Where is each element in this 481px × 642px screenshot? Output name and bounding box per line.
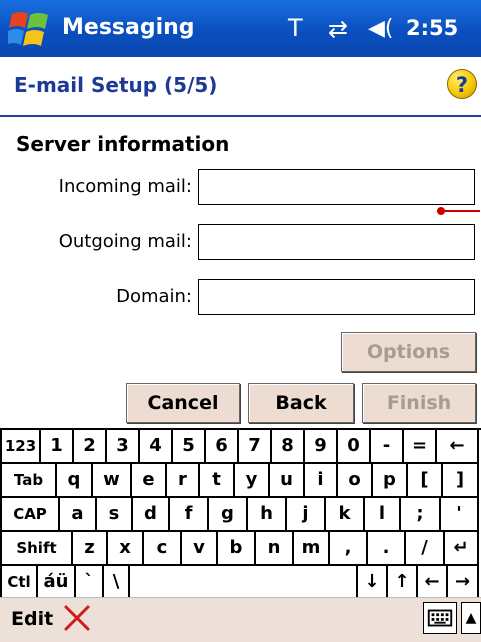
key-2-11[interactable]: ' [441,498,479,532]
soft-keyboard: 123 1 2 3 4 5 6 7 8 9 0- = ← Tab q w e r t y u i o p[] CAP a s d f g h… [0,428,481,600]
ctrl-key[interactable]: Ctl [2,566,38,600]
key-0-6[interactable]: 6 [206,430,239,464]
section-title: Server information [16,132,230,156]
key-1-12[interactable]: ] [443,464,479,498]
back-button[interactable]: Back [248,383,354,423]
key-1-7[interactable]: u [270,464,305,498]
accent-key[interactable]: áü [38,566,76,600]
domain-label: Domain: [116,286,192,307]
key-2-1[interactable]: a [60,498,97,532]
key-3-3[interactable]: c [144,532,182,566]
outgoing-mail-input[interactable] [198,224,475,260]
shift-key[interactable]: Shift [2,532,73,566]
key-3-1[interactable]: z [73,532,108,566]
key-3-7[interactable]: m [294,532,330,566]
key-1-2[interactable]: w [93,464,132,498]
key-4-2[interactable]: ` [76,566,104,600]
cursor-line [440,210,480,212]
key-1-8[interactable]: i [305,464,338,498]
input-panel-arrow-icon[interactable]: ▲ [461,602,481,634]
key-0-12[interactable]: = [404,430,437,464]
key-1-1[interactable]: q [57,464,93,498]
page-title: E-mail Setup (5/5) [14,73,218,97]
enter-key[interactable]: ↵ [445,532,479,566]
key-1-4[interactable]: r [167,464,200,498]
cursor-dot [437,207,445,215]
key-3-6[interactable]: n [256,532,294,566]
key-1-10[interactable]: p [373,464,408,498]
down-arrow-key[interactable]: ↓ [358,566,388,600]
key-2-10[interactable]: ; [401,498,441,532]
key-3-4[interactable]: v [182,532,218,566]
key-1-11[interactable]: [ [408,464,443,498]
key-3-9[interactable]: . [368,532,406,566]
key-0-2[interactable]: 2 [74,430,107,464]
right-arrow-key[interactable]: → [448,566,479,600]
caps-lock-key[interactable]: CAP [2,498,60,532]
app-title: Messaging [62,15,195,40]
outgoing-mail-label: Outgoing mail: [58,231,192,252]
finish-button[interactable]: Finish [362,383,476,423]
clock-time[interactable]: 2:55 [406,10,458,46]
incoming-mail-label: Incoming mail: [58,176,192,197]
up-arrow-key[interactable]: ↑ [388,566,418,600]
key-0-10[interactable]: 0 [338,430,371,464]
signal-antenna-icon[interactable]: T [288,10,303,46]
key-1-6[interactable]: y [235,464,270,498]
key-1-9[interactable]: o [338,464,373,498]
key-2-8[interactable]: k [326,498,365,532]
sync-arrows-icon[interactable]: ⇄ [328,12,348,46]
edit-menu[interactable]: Edit [11,602,53,636]
domain-input[interactable] [198,279,475,315]
key-3-8[interactable]: , [330,532,368,566]
windows-start-icon[interactable] [8,8,52,50]
key-2-9[interactable]: l [365,498,401,532]
key-2-3[interactable]: d [133,498,170,532]
key-1-5[interactable]: t [200,464,235,498]
tab-key[interactable]: Tab [2,464,57,498]
key-4-3[interactable]: \ [104,566,130,600]
key-0-1[interactable]: 1 [41,430,74,464]
key-0-5[interactable]: 5 [173,430,206,464]
key-0-7[interactable]: 7 [239,430,272,464]
space-key[interactable] [130,566,358,600]
key-2-6[interactable]: h [248,498,287,532]
key-3-2[interactable]: x [108,532,144,566]
cancel-button[interactable]: Cancel [126,383,240,423]
key-2-5[interactable]: g [209,498,248,532]
key-2-2[interactable]: s [97,498,133,532]
key-2-4[interactable]: f [170,498,209,532]
speaker-icon[interactable]: ◀( [368,12,394,46]
key-2-7[interactable]: j [287,498,326,532]
close-icon[interactable] [63,604,91,632]
numeric-key[interactable]: 123 [2,430,41,464]
key-0-8[interactable]: 8 [272,430,305,464]
key-3-5[interactable]: b [218,532,256,566]
key-0-3[interactable]: 3 [107,430,140,464]
left-arrow-key[interactable]: ← [418,566,448,600]
key-0-4[interactable]: 4 [140,430,173,464]
help-icon[interactable]: ? [447,69,477,99]
options-button[interactable]: Options [341,332,476,372]
backspace-key[interactable]: ← [437,430,479,464]
key-0-9[interactable]: 9 [305,430,338,464]
incoming-mail-input[interactable] [198,169,475,205]
key-3-10[interactable]: / [406,532,445,566]
keyboard-icon[interactable] [423,602,457,634]
key-1-3[interactable]: e [132,464,167,498]
key-0-11[interactable]: - [371,430,404,464]
